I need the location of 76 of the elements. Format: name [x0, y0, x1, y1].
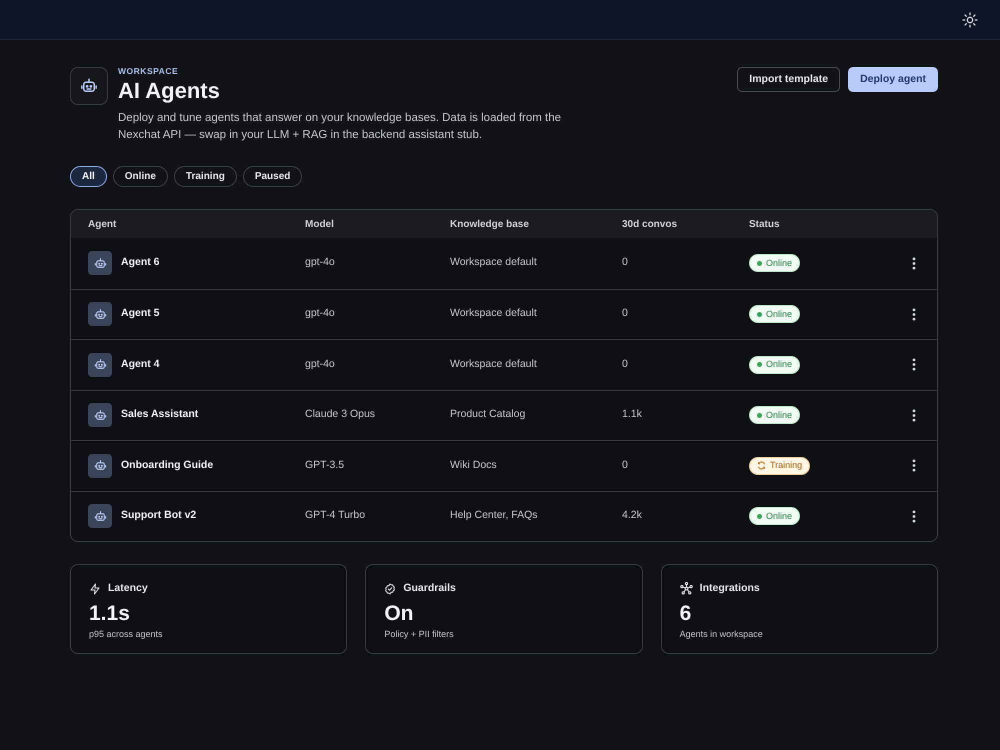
agent-name: Agent 4	[121, 356, 160, 372]
column-header: Model	[305, 218, 334, 232]
model-cell-text: gpt-4o	[305, 306, 335, 322]
status-dot-icon	[757, 412, 762, 418]
convos-cell-text: 0	[622, 306, 628, 322]
model-cell-text: gpt-4o	[305, 255, 335, 270]
agent-name: Onboarding Guide	[121, 458, 214, 473]
knowledge-base-cell-text: Workspace default	[450, 306, 537, 322]
filter-chip[interactable]: Training	[174, 166, 237, 187]
more-options-icon[interactable]	[912, 459, 916, 472]
stat-title: Integrations	[700, 581, 760, 596]
eyebrow-label: WORKSPACE	[118, 65, 180, 77]
stat-value: 6	[680, 602, 692, 626]
import-template-button[interactable]: Import template	[737, 67, 840, 92]
robot-icon	[94, 459, 106, 472]
more-options-icon[interactable]	[912, 408, 916, 422]
knowledge-base-cell-text: Workspace default	[450, 255, 537, 270]
lightning-bolt-icon	[89, 582, 101, 595]
sync-icon	[757, 461, 766, 470]
robot-icon	[94, 358, 106, 372]
status-label: Online	[766, 308, 792, 320]
column-header: Knowledge base	[450, 218, 529, 232]
model-cell-text: GPT-3.5	[305, 458, 344, 473]
filter-chip[interactable]: All	[70, 166, 107, 187]
knowledge-base-cell-text: Workspace default	[450, 356, 537, 372]
stat-caption: p95 across agents	[89, 628, 164, 641]
status-label: Online	[766, 408, 792, 422]
status-label: Online	[766, 256, 792, 270]
convos-cell-text: 0	[622, 255, 628, 270]
badge-check-icon	[384, 582, 396, 595]
model-cell-text: Claude 3 Opus	[305, 407, 376, 422]
status-label: Training	[770, 459, 802, 472]
stat-value: 1.1s	[89, 602, 131, 626]
filter-chip[interactable]: Paused	[242, 166, 302, 187]
robot-icon	[94, 408, 106, 422]
stat-title: Latency	[108, 581, 148, 596]
page-description: Deploy and tune agents that answer on your knowledge bases. Data is loaded from the Nexchat API — swap in your LLM + RAG in the backend assistant stub.	[118, 111, 562, 143]
agent-name: Agent 5	[121, 306, 160, 322]
robot-icon	[94, 256, 106, 270]
convos-cell-text: 4.2k	[622, 508, 642, 524]
sun-icon[interactable]	[962, 12, 978, 28]
more-options-icon[interactable]	[912, 510, 916, 523]
more-options-icon[interactable]	[912, 256, 916, 270]
more-options-icon[interactable]	[912, 308, 916, 321]
model-cell-text: GPT-4 Turbo	[305, 508, 366, 524]
knowledge-base-cell-text: Product Catalog	[450, 407, 526, 422]
agent-name: Agent 6	[121, 255, 160, 270]
stat-caption: Agents in workspace	[680, 628, 764, 641]
stat-caption: Policy + PII filters	[384, 628, 455, 641]
status-dot-icon	[757, 312, 762, 317]
agent-name: Support Bot v2	[121, 508, 196, 524]
status-dot-icon	[757, 260, 762, 266]
knowledge-base-cell-text: Wiki Docs	[450, 458, 497, 473]
status-label: Online	[766, 510, 792, 522]
page-title: AI Agents	[118, 78, 221, 104]
robot-icon	[94, 308, 106, 321]
convos-cell-text: 1.1k	[622, 407, 642, 422]
status-dot-icon	[757, 362, 762, 368]
more-options-icon[interactable]	[912, 358, 916, 372]
robot-icon	[80, 77, 98, 95]
filter-chip[interactable]: Online	[112, 166, 168, 187]
column-header: 30d convos	[622, 218, 678, 232]
model-cell-text: gpt-4o	[305, 356, 335, 372]
network-nodes-icon	[680, 582, 693, 596]
status-label: Online	[766, 358, 792, 371]
stat-title: Guardrails	[403, 581, 456, 596]
convos-cell-text: 0	[622, 356, 628, 372]
knowledge-base-cell-text: Help Center, FAQs	[450, 508, 538, 524]
status-dot-icon	[757, 514, 762, 519]
deploy-agent-button[interactable]: Deploy agent	[848, 67, 938, 92]
column-header: Status	[749, 218, 780, 232]
stat-value: On	[384, 602, 414, 626]
column-header: Agent	[88, 218, 116, 232]
convos-cell-text: 0	[622, 458, 628, 473]
agent-name: Sales Assistant	[121, 407, 198, 422]
robot-icon	[94, 510, 106, 523]
